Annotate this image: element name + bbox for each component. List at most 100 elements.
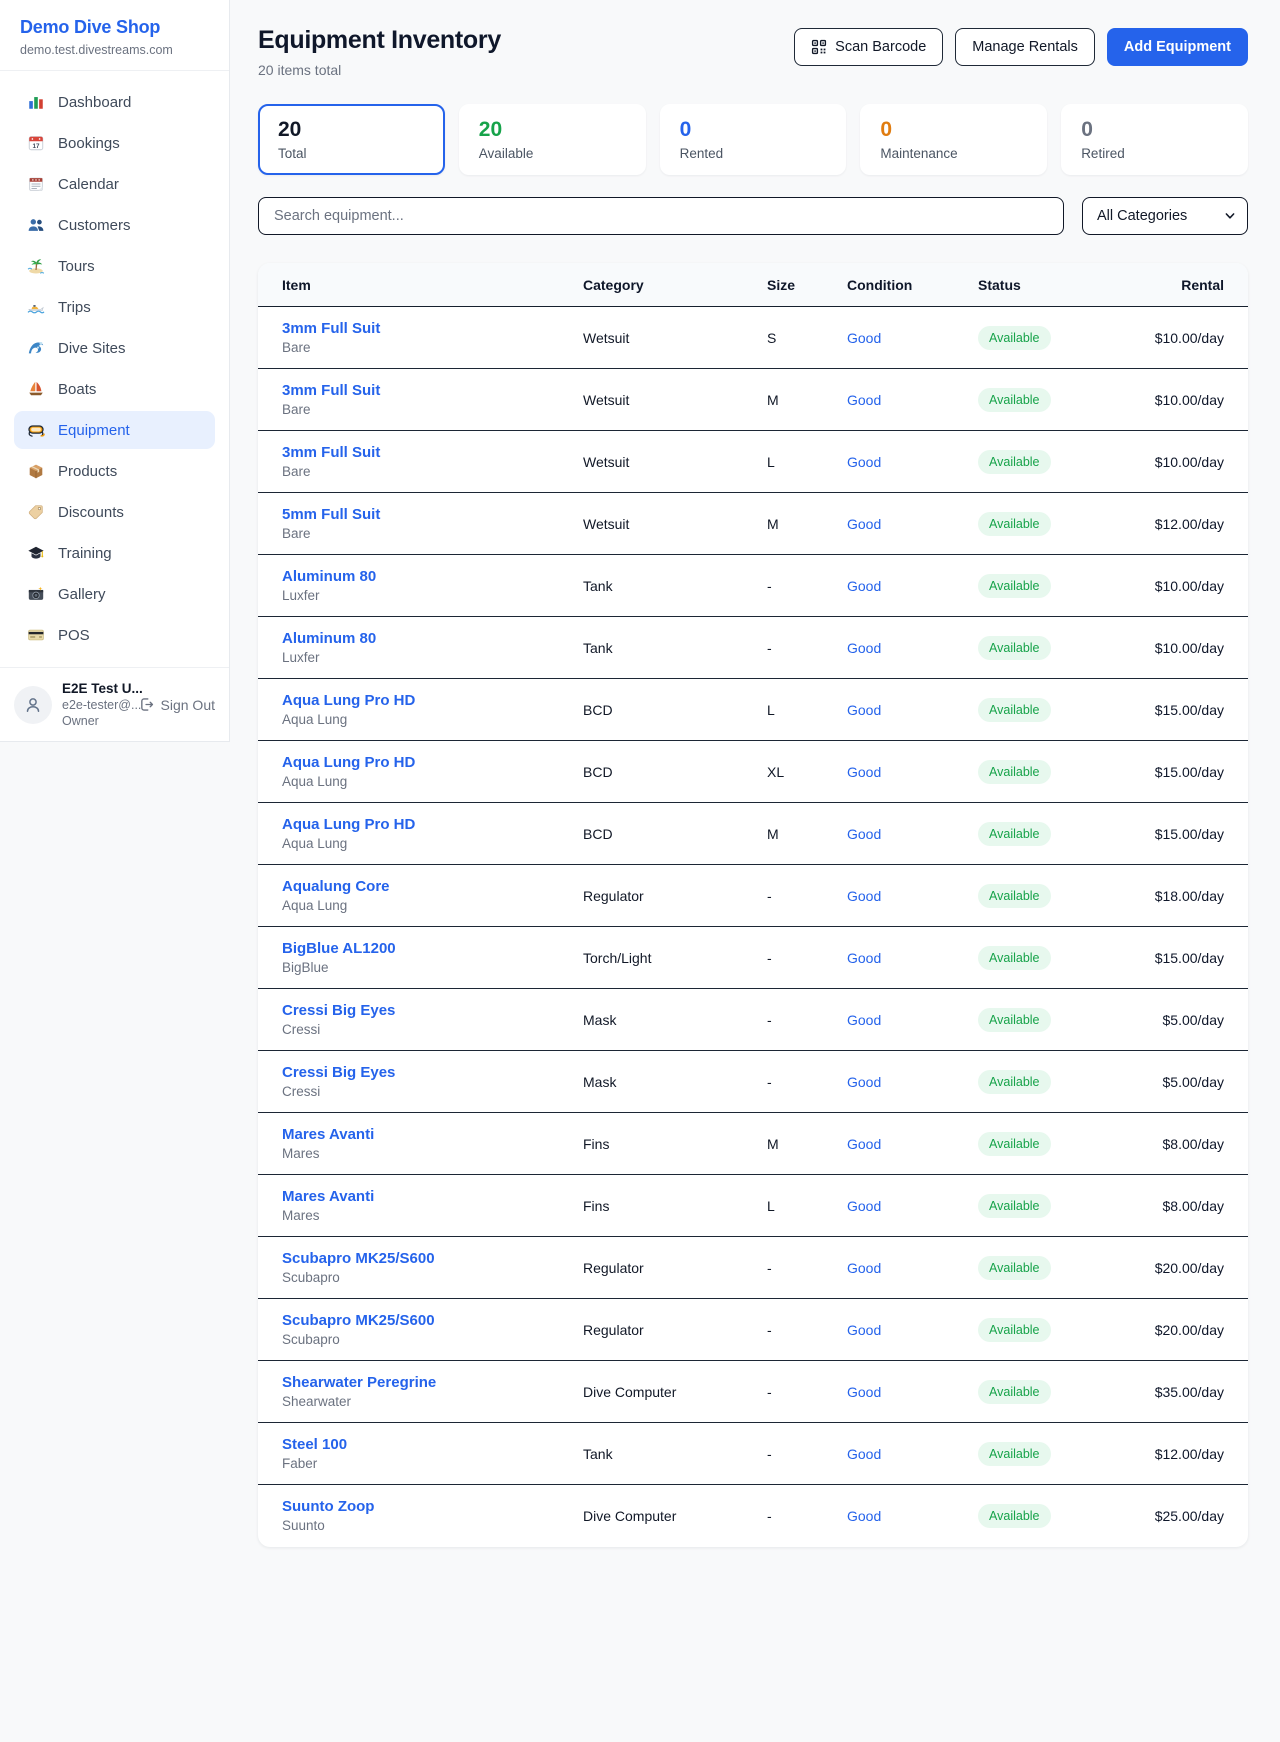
item-condition-link[interactable]: Good xyxy=(847,950,881,966)
sidebar-item-products[interactable]: Products xyxy=(14,452,215,490)
graduation-cap-icon xyxy=(27,544,45,562)
item-category: Regulator xyxy=(583,865,767,927)
sidebar-item-trips[interactable]: Trips xyxy=(14,288,215,326)
item-condition-link[interactable]: Good xyxy=(847,1198,881,1214)
item-name-link[interactable]: Aqua Lung Pro HD xyxy=(282,754,583,771)
add-equipment-label: Add Equipment xyxy=(1124,39,1231,55)
item-name-link[interactable]: Aqua Lung Pro HD xyxy=(282,692,583,709)
item-brand: Bare xyxy=(282,464,583,479)
logout-icon xyxy=(138,696,155,713)
sidebar-item-gallery[interactable]: Gallery xyxy=(14,575,215,613)
stat-card-retired[interactable]: 0 Retired xyxy=(1061,104,1248,175)
sidebar-item-dashboard[interactable]: Dashboard xyxy=(14,83,215,121)
item-brand: Scubapro xyxy=(282,1332,583,1347)
item-name-link[interactable]: Aqua Lung Pro HD xyxy=(282,816,583,833)
item-name-link[interactable]: Steel 100 xyxy=(282,1436,583,1453)
item-name-link[interactable]: Scubapro MK25/S600 xyxy=(282,1312,583,1329)
item-condition-link[interactable]: Good xyxy=(847,1260,881,1276)
sidebar-item-customers[interactable]: Customers xyxy=(14,206,215,244)
search-input[interactable] xyxy=(258,197,1064,235)
tag-icon xyxy=(27,503,45,521)
sidebar-item-boats[interactable]: Boats xyxy=(14,370,215,408)
item-condition-link[interactable]: Good xyxy=(847,826,881,842)
stat-card-available[interactable]: 20 Available xyxy=(459,104,646,175)
sidebar-item-discounts[interactable]: Discounts xyxy=(14,493,215,531)
stat-card-maintenance[interactable]: 0 Maintenance xyxy=(860,104,1047,175)
item-name-link[interactable]: Aluminum 80 xyxy=(282,568,583,585)
item-name-link[interactable]: 3mm Full Suit xyxy=(282,444,583,461)
spiral-calendar-icon xyxy=(27,175,45,193)
item-name-link[interactable]: Mares Avanti xyxy=(282,1188,583,1205)
item-condition-link[interactable]: Good xyxy=(847,392,881,408)
main-content: Equipment Inventory 20 items total xyxy=(230,0,1280,1547)
item-category: Wetsuit xyxy=(583,431,767,493)
scan-barcode-button[interactable]: Scan Barcode xyxy=(794,28,943,66)
item-name-link[interactable]: BigBlue AL1200 xyxy=(282,940,583,957)
item-name-link[interactable]: Suunto Zoop xyxy=(282,1498,583,1515)
stat-value: 0 xyxy=(880,118,1027,142)
item-condition-link[interactable]: Good xyxy=(847,330,881,346)
barcode-scan-icon xyxy=(811,39,827,55)
item-category: Regulator xyxy=(583,1237,767,1299)
item-name-link[interactable]: Cressi Big Eyes xyxy=(282,1064,583,1081)
equipment-table: Item Category Size Condition Status Rent… xyxy=(258,263,1248,1547)
item-condition-link[interactable]: Good xyxy=(847,764,881,780)
item-condition-link[interactable]: Good xyxy=(847,454,881,470)
table-row: Mares Avanti Mares Fins M Good Available… xyxy=(258,1113,1248,1175)
brand-name: Demo Dive Shop xyxy=(20,17,209,38)
add-equipment-button[interactable]: Add Equipment xyxy=(1107,28,1248,66)
item-name-link[interactable]: Mares Avanti xyxy=(282,1126,583,1143)
sidebar-item-dive-sites[interactable]: Dive Sites xyxy=(14,329,215,367)
item-brand: Suunto xyxy=(282,1518,583,1533)
item-condition-link[interactable]: Good xyxy=(847,1012,881,1028)
item-condition-link[interactable]: Good xyxy=(847,578,881,594)
item-brand: Shearwater xyxy=(282,1394,583,1409)
stat-card-rented[interactable]: 0 Rented xyxy=(660,104,847,175)
sign-out-label: Sign Out xyxy=(161,697,215,713)
item-size: M xyxy=(767,493,847,555)
manage-rentals-button[interactable]: Manage Rentals xyxy=(955,28,1095,66)
item-size: XL xyxy=(767,741,847,803)
item-name-link[interactable]: Shearwater Peregrine xyxy=(282,1374,583,1391)
category-select[interactable]: All Categories xyxy=(1082,197,1248,235)
status-badge: Available xyxy=(978,1504,1051,1528)
item-condition-link[interactable]: Good xyxy=(847,1136,881,1152)
item-condition-link[interactable]: Good xyxy=(847,516,881,532)
sidebar-item-calendar[interactable]: Calendar xyxy=(14,165,215,203)
sidebar-item-training[interactable]: Training xyxy=(14,534,215,572)
item-name-link[interactable]: Aqualung Core xyxy=(282,878,583,895)
status-badge: Available xyxy=(978,1070,1051,1094)
item-condition-link[interactable]: Good xyxy=(847,1384,881,1400)
item-name-link[interactable]: Cressi Big Eyes xyxy=(282,1002,583,1019)
item-rental-rate: $8.00/day xyxy=(1128,1175,1248,1237)
item-condition-link[interactable]: Good xyxy=(847,702,881,718)
item-name-link[interactable]: Aluminum 80 xyxy=(282,630,583,647)
item-brand: Aqua Lung xyxy=(282,898,583,913)
item-condition-link[interactable]: Good xyxy=(847,1508,881,1524)
item-condition-link[interactable]: Good xyxy=(847,1322,881,1338)
item-condition-link[interactable]: Good xyxy=(847,1074,881,1090)
item-name-link[interactable]: 5mm Full Suit xyxy=(282,506,583,523)
item-size: - xyxy=(767,927,847,989)
sidebar-item-pos[interactable]: POS xyxy=(14,616,215,654)
item-condition-link[interactable]: Good xyxy=(847,888,881,904)
item-size: - xyxy=(767,617,847,679)
brand-domain: demo.test.divestreams.com xyxy=(20,43,209,57)
status-badge: Available xyxy=(978,760,1051,784)
stat-card-total[interactable]: 20 Total xyxy=(258,104,445,175)
palm-island-icon xyxy=(27,257,45,275)
item-category: BCD xyxy=(583,741,767,803)
column-header-item: Item xyxy=(258,263,583,307)
item-condition-link[interactable]: Good xyxy=(847,640,881,656)
sign-out-button[interactable]: Sign Out xyxy=(138,696,215,713)
item-name-link[interactable]: Scubapro MK25/S600 xyxy=(282,1250,583,1267)
manage-rentals-label: Manage Rentals xyxy=(972,39,1078,55)
column-header-size: Size xyxy=(767,263,847,307)
sailboat-icon xyxy=(27,380,45,398)
item-name-link[interactable]: 3mm Full Suit xyxy=(282,320,583,337)
sidebar-item-tours[interactable]: Tours xyxy=(14,247,215,285)
item-name-link[interactable]: 3mm Full Suit xyxy=(282,382,583,399)
item-condition-link[interactable]: Good xyxy=(847,1446,881,1462)
sidebar-item-equipment[interactable]: Equipment xyxy=(14,411,215,449)
sidebar-item-bookings[interactable]: 17 Bookings xyxy=(14,124,215,162)
